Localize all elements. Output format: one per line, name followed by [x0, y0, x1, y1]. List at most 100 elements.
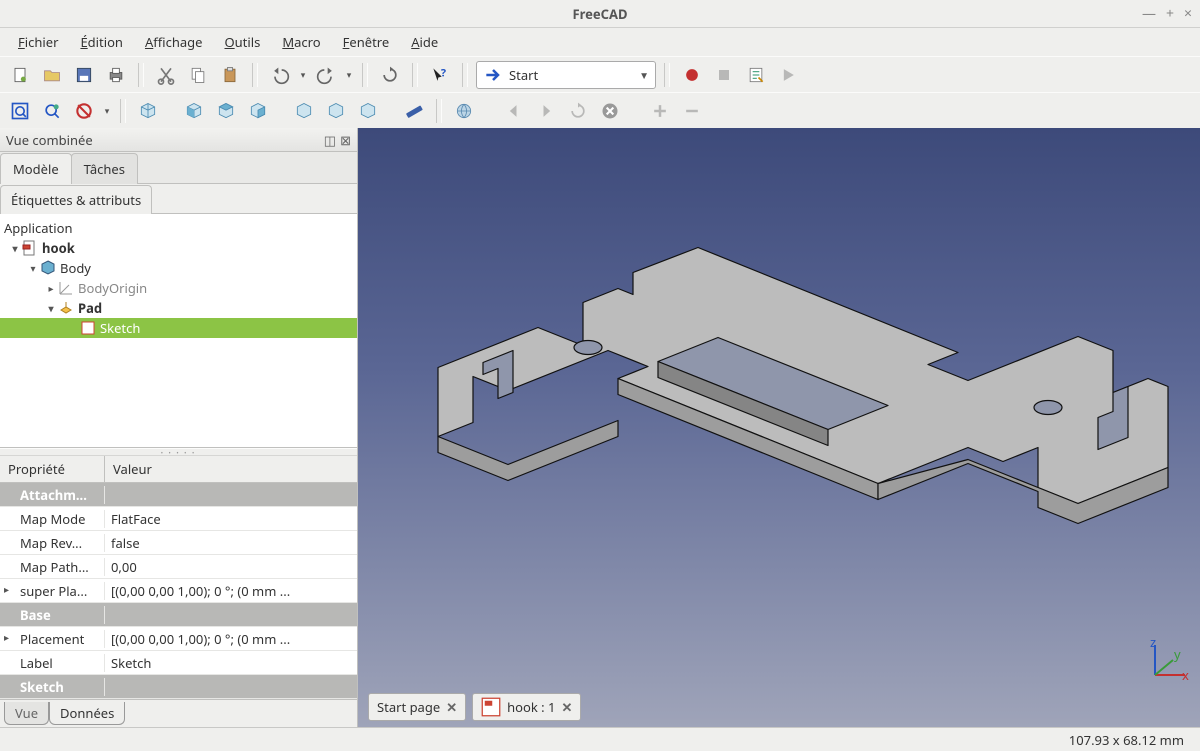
- redo-button[interactable]: [312, 61, 340, 89]
- collapse-icon[interactable]: ▾: [8, 241, 22, 255]
- doctab-start[interactable]: Start page ✕: [368, 693, 466, 721]
- axis-gizmo[interactable]: x z y: [1140, 637, 1190, 687]
- close-button[interactable]: ×: [1184, 4, 1192, 23]
- view-right-button[interactable]: [244, 97, 272, 125]
- nav-reload-button: [564, 97, 592, 125]
- expand-icon[interactable]: ▸: [44, 281, 58, 295]
- macro-play-button: [774, 61, 802, 89]
- new-doc-button[interactable]: [6, 61, 34, 89]
- fit-all-button[interactable]: [6, 97, 34, 125]
- whats-this-button[interactable]: ?: [426, 61, 454, 89]
- tree-pad[interactable]: ▾ Pad: [0, 298, 357, 318]
- paste-button[interactable]: [216, 61, 244, 89]
- menu-edit[interactable]: Édition: [70, 30, 133, 54]
- chevron-down-icon: ▼: [639, 68, 649, 82]
- section-base: Base: [0, 603, 357, 627]
- doctab-hook[interactable]: hook : 1 ✕: [472, 693, 581, 721]
- tab-data[interactable]: Données: [49, 702, 125, 725]
- prop-maprev[interactable]: Map Rev...false: [0, 531, 357, 555]
- web-home-button[interactable]: [450, 97, 478, 125]
- panel-close-button[interactable]: ⊠: [340, 131, 351, 149]
- prop-superplacement[interactable]: ▸super Pla...[(0,00 0,00 1,00); 0 °; (0 …: [0, 579, 357, 603]
- nav-stop-button[interactable]: [596, 97, 624, 125]
- save-doc-button[interactable]: [70, 61, 98, 89]
- tree-bodyorigin[interactable]: ▸ BodyOrigin: [0, 278, 357, 298]
- doctab-start-label: Start page: [377, 698, 440, 716]
- view-rear-button[interactable]: [290, 97, 318, 125]
- tree-sketch[interactable]: Sketch: [0, 318, 357, 338]
- svg-text:y: y: [1174, 645, 1181, 663]
- copy-button[interactable]: [184, 61, 212, 89]
- fit-selection-button[interactable]: [38, 97, 66, 125]
- cut-button[interactable]: [152, 61, 180, 89]
- tree-root[interactable]: Application: [0, 218, 357, 238]
- 3d-viewport[interactable]: x z y Start page ✕ hook : 1 ✕: [358, 128, 1200, 727]
- redo-dropdown[interactable]: ▾: [344, 68, 354, 81]
- model-tree[interactable]: Application ▾ hook ▾ Body ▸ BodyOrigin ▾…: [0, 214, 357, 448]
- tab-tasks[interactable]: Tâches: [71, 153, 138, 184]
- menu-windows[interactable]: Fenêtre: [333, 30, 400, 54]
- window-title: FreeCAD: [572, 5, 627, 23]
- props-col-property[interactable]: Propriété: [0, 456, 105, 482]
- maximize-button[interactable]: +: [1166, 4, 1174, 23]
- status-bar: 107.93 x 68.12 mm: [0, 727, 1200, 751]
- minimize-button[interactable]: —: [1142, 4, 1156, 23]
- title-bar: FreeCAD — + ×: [0, 0, 1200, 28]
- panel-tabs: Modèle Tâches: [0, 152, 357, 184]
- panel-undock-button[interactable]: ◫: [324, 131, 336, 149]
- print-button[interactable]: [102, 61, 130, 89]
- tab-view[interactable]: Vue: [4, 702, 49, 725]
- svg-text:z: z: [1150, 637, 1156, 651]
- close-icon[interactable]: ✕: [561, 698, 572, 716]
- draw-style-button[interactable]: [70, 97, 98, 125]
- toolbar-file: ▾ ▾ ? Start ▼: [0, 56, 1200, 92]
- view-iso-button[interactable]: [134, 97, 162, 125]
- zoom-in-button: [646, 97, 674, 125]
- undo-button[interactable]: [266, 61, 294, 89]
- subtab-labels[interactable]: Étiquettes & attributs: [0, 185, 152, 214]
- splitter-handle[interactable]: • • • • •: [0, 448, 357, 456]
- menu-tools[interactable]: Outils: [214, 30, 270, 54]
- menu-macro[interactable]: Macro: [272, 30, 330, 54]
- macro-record-button[interactable]: [678, 61, 706, 89]
- view-front-button[interactable]: [180, 97, 208, 125]
- origin-icon: [58, 280, 74, 296]
- section-sketch: Sketch: [0, 675, 357, 699]
- prop-mapmode[interactable]: Map ModeFlatFace: [0, 507, 357, 531]
- open-doc-button[interactable]: [38, 61, 66, 89]
- collapse-icon[interactable]: ▾: [26, 261, 40, 275]
- pad-icon: [58, 300, 74, 316]
- freecad-icon: [481, 697, 501, 717]
- document-tabs: Start page ✕ hook : 1 ✕: [368, 693, 581, 721]
- panel-title: Vue combinée: [6, 131, 93, 149]
- draw-style-dropdown[interactable]: ▾: [102, 104, 112, 117]
- expand-icon[interactable]: ▸: [4, 630, 9, 644]
- props-col-value[interactable]: Valeur: [105, 456, 160, 482]
- tree-doc[interactable]: ▾ hook: [0, 238, 357, 258]
- collapse-icon[interactable]: ▾: [44, 301, 58, 315]
- panel-subtabs: Étiquettes & attributs: [0, 184, 357, 214]
- view-top-button[interactable]: [212, 97, 240, 125]
- close-icon[interactable]: ✕: [446, 698, 457, 716]
- tab-model[interactable]: Modèle: [0, 153, 72, 184]
- nav-forward-button: [532, 97, 560, 125]
- view-bottom-button[interactable]: [322, 97, 350, 125]
- prop-label[interactable]: LabelSketch: [0, 651, 357, 675]
- menu-help[interactable]: Aide: [401, 30, 448, 54]
- menu-view[interactable]: Affichage: [135, 30, 213, 54]
- tree-sketch-label: Sketch: [100, 319, 140, 337]
- macro-stop-button: [710, 61, 738, 89]
- property-header: Propriété Valeur: [0, 456, 357, 483]
- undo-dropdown[interactable]: ▾: [298, 68, 308, 81]
- combo-view-panel: Vue combinée ◫ ⊠ Modèle Tâches Étiquette…: [0, 128, 358, 727]
- refresh-button[interactable]: [376, 61, 404, 89]
- workbench-selector[interactable]: Start ▼: [476, 61, 656, 89]
- prop-mappath[interactable]: Map Path...0,00: [0, 555, 357, 579]
- tree-body[interactable]: ▾ Body: [0, 258, 357, 278]
- menu-file[interactable]: Fichier: [8, 30, 68, 54]
- expand-icon[interactable]: ▸: [4, 582, 9, 596]
- prop-placement[interactable]: ▸Placement[(0,00 0,00 1,00); 0 °; (0 mm …: [0, 627, 357, 651]
- view-left-button[interactable]: [354, 97, 382, 125]
- macros-button[interactable]: [742, 61, 770, 89]
- measure-button[interactable]: [400, 97, 428, 125]
